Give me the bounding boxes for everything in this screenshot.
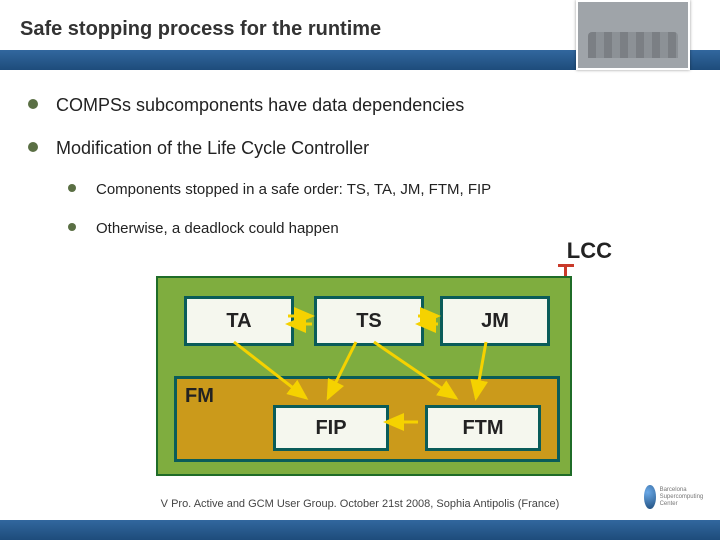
- footer-text: V Pro. Active and GCM User Group. Octobe…: [0, 498, 720, 510]
- slide-title: Safe stopping process for the runtime: [20, 18, 381, 41]
- node-jm: JM: [440, 296, 550, 346]
- diagram-container: TA TS JM FM FIP FTM: [156, 276, 572, 476]
- bullet-text: Otherwise, a deadlock could happen: [96, 220, 339, 237]
- slide: Safe stopping process for the runtime CO…: [0, 0, 720, 540]
- bullet-dot-icon: [28, 142, 38, 152]
- bullet-level2: Otherwise, a deadlock could happen: [68, 220, 688, 237]
- bullet-text: Components stopped in a safe order: TS, …: [96, 181, 491, 198]
- bullet-dot-icon: [68, 223, 76, 231]
- bullet-text: COMPSs subcomponents have data dependenc…: [56, 95, 464, 115]
- node-fip: FIP: [273, 405, 389, 451]
- node-ta: TA: [184, 296, 294, 346]
- node-ts: TS: [314, 296, 424, 346]
- bullet-list: COMPSs subcomponents have data dependenc…: [28, 95, 688, 259]
- footer-bar: [0, 520, 720, 540]
- bullet-level1: COMPSs subcomponents have data dependenc…: [28, 95, 688, 116]
- logo-text: Barcelona Supercomputing Center: [660, 487, 704, 508]
- lcc-label: LCC: [567, 238, 612, 264]
- fm-label: FM: [185, 385, 214, 408]
- header-image: [576, 0, 690, 70]
- node-fm: FM FIP FTM: [174, 376, 560, 462]
- bullet-dot-icon: [28, 99, 38, 109]
- bullet-level1: Modification of the Life Cycle Controlle…: [28, 138, 688, 159]
- bullet-text: Modification of the Life Cycle Controlle…: [56, 138, 369, 158]
- bullet-dot-icon: [68, 184, 76, 192]
- logo-circle-icon: [644, 485, 656, 509]
- node-ftm: FTM: [425, 405, 541, 451]
- bullet-level2: Components stopped in a safe order: TS, …: [68, 181, 688, 198]
- footer-logo: Barcelona Supercomputing Center: [644, 480, 704, 514]
